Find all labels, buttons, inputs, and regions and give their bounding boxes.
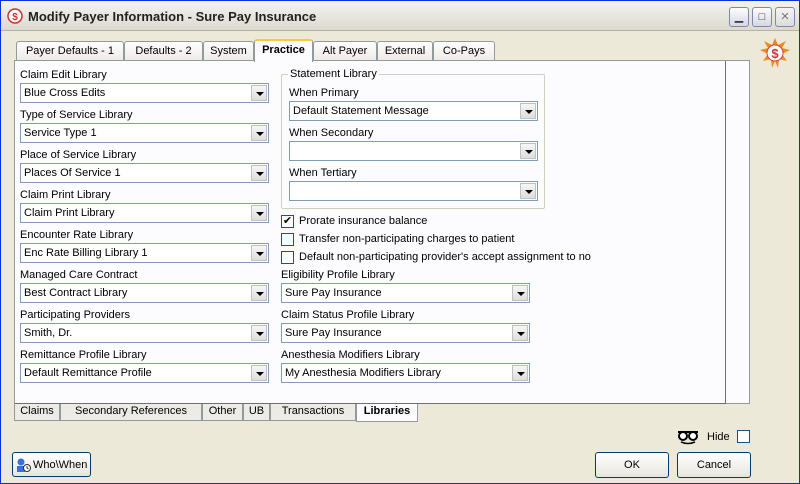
anesthesia-modifiers-library-select[interactable]: My Anesthesia Modifiers Library: [281, 363, 530, 383]
minimize-icon[interactable]: ▁: [729, 7, 749, 27]
dropdown-arrow-icon[interactable]: [251, 245, 267, 261]
prorate-balance-checkbox[interactable]: ✔: [281, 215, 294, 228]
encounter-rate-library-label: Encounter Rate Library: [20, 229, 134, 241]
eligibility-profile-library-label: Eligibility Profile Library: [281, 269, 395, 281]
claim-edit-library-label: Claim Edit Library: [20, 69, 107, 81]
tab-transactions[interactable]: Transactions: [270, 404, 356, 421]
dropdown-arrow-icon[interactable]: [251, 125, 267, 141]
claim-status-profile-library-label: Claim Status Profile Library: [281, 309, 415, 321]
claim-edit-library-select[interactable]: Blue Cross Edits: [20, 83, 269, 103]
hide-checkbox[interactable]: [737, 430, 750, 443]
glasses-icon: [678, 431, 698, 445]
window-title: Modify Payer Information - Sure Pay Insu…: [28, 9, 317, 24]
default-assignment-checkbox[interactable]: [281, 251, 294, 264]
dropdown-arrow-icon[interactable]: [251, 365, 267, 381]
when-tertiary-select[interactable]: [289, 181, 538, 201]
tab-co-pays[interactable]: Co-Pays: [433, 41, 495, 61]
claim-edit-library-value: Blue Cross Edits: [24, 87, 106, 99]
eligibility-profile-library-select[interactable]: Sure Pay Insurance: [281, 283, 530, 303]
claim-print-library-label: Claim Print Library: [20, 189, 111, 201]
managed-care-contract-value: Best Contract Library: [24, 287, 128, 299]
managed-care-contract-label: Managed Care Contract: [20, 269, 138, 281]
dropdown-arrow-icon[interactable]: [251, 325, 267, 341]
close-icon[interactable]: ✕: [775, 7, 795, 27]
tab-other[interactable]: Other: [202, 404, 243, 421]
tab-ub[interactable]: UB: [243, 404, 270, 421]
when-secondary-label: When Secondary: [289, 127, 374, 139]
claim-status-profile-library-select[interactable]: Sure Pay Insurance: [281, 323, 530, 343]
place-of-service-library-select[interactable]: Places Of Service 1: [20, 163, 269, 183]
default-assignment-label: Default non-participating provider's acc…: [299, 251, 591, 263]
when-primary-label: When Primary: [289, 87, 359, 99]
dropdown-arrow-icon[interactable]: [251, 205, 267, 221]
claim-print-library-select[interactable]: Claim Print Library: [20, 203, 269, 223]
dropdown-arrow-icon[interactable]: [520, 103, 536, 119]
participating-providers-value: Smith, Dr.: [24, 327, 73, 339]
tab-alt-payer[interactable]: Alt Payer: [313, 41, 377, 61]
transfer-charges-label: Transfer non-participating charges to pa…: [299, 233, 515, 245]
svg-text:$: $: [771, 46, 779, 61]
dropdown-arrow-icon[interactable]: [520, 183, 536, 199]
maximize-icon[interactable]: □: [752, 7, 772, 27]
statement-library-legend: Statement Library: [288, 68, 379, 80]
tab-payer-defaults-1[interactable]: Payer Defaults - 1: [16, 41, 124, 61]
participating-providers-select[interactable]: Smith, Dr.: [20, 323, 269, 343]
claim-status-profile-library-value: Sure Pay Insurance: [285, 327, 382, 339]
encounter-rate-library-select[interactable]: Enc Rate Billing Library 1: [20, 243, 269, 263]
when-secondary-select[interactable]: [289, 141, 538, 161]
tab-secondary-references[interactable]: Secondary References: [60, 404, 202, 421]
tab-system[interactable]: System: [203, 41, 254, 61]
remittance-profile-library-label: Remittance Profile Library: [20, 349, 147, 361]
svg-text:$: $: [12, 12, 18, 23]
dropdown-arrow-icon[interactable]: [520, 143, 536, 159]
type-of-service-library-value: Service Type 1: [24, 127, 97, 139]
libraries-page: Claim Edit Library Blue Cross Edits Type…: [15, 61, 726, 404]
who-when-label: Who\When: [33, 459, 88, 471]
participating-providers-label: Participating Providers: [20, 309, 131, 321]
title-bar[interactable]: $ Modify Payer Information - Sure Pay In…: [1, 1, 799, 31]
dropdown-arrow-icon[interactable]: [512, 365, 528, 381]
eligibility-profile-library-value: Sure Pay Insurance: [285, 287, 382, 299]
place-of-service-library-label: Place of Service Library: [20, 149, 137, 161]
remittance-profile-library-value: Default Remittance Profile: [24, 367, 152, 379]
modify-payer-window: $ Modify Payer Information - Sure Pay In…: [0, 0, 800, 484]
when-primary-select[interactable]: Default Statement Message: [289, 101, 538, 121]
cancel-button[interactable]: Cancel: [677, 452, 751, 478]
statement-library-group: Statement Library When Primary Default S…: [281, 68, 545, 209]
tab-defaults-2[interactable]: Defaults - 2: [124, 41, 203, 61]
when-tertiary-label: When Tertiary: [289, 167, 357, 179]
managed-care-contract-select[interactable]: Best Contract Library: [20, 283, 269, 303]
claim-print-library-value: Claim Print Library: [24, 207, 115, 219]
who-when-button[interactable]: Who\When: [12, 452, 91, 477]
app-icon: $: [7, 8, 23, 24]
tab-practice[interactable]: Practice: [254, 39, 313, 62]
type-of-service-library-label: Type of Service Library: [20, 109, 133, 121]
remittance-profile-library-select[interactable]: Default Remittance Profile: [20, 363, 269, 383]
anesthesia-modifiers-library-label: Anesthesia Modifiers Library: [281, 349, 420, 361]
ok-button[interactable]: OK: [595, 452, 669, 478]
dropdown-arrow-icon[interactable]: [251, 285, 267, 301]
practice-panel: Claim Edit Library Blue Cross Edits Type…: [14, 60, 750, 404]
hide-label: Hide: [707, 431, 730, 443]
prorate-balance-label: Prorate insurance balance: [299, 215, 428, 227]
tab-libraries[interactable]: Libraries: [356, 404, 418, 422]
dropdown-arrow-icon[interactable]: [251, 85, 267, 101]
place-of-service-library-value: Places Of Service 1: [24, 167, 121, 179]
type-of-service-library-select[interactable]: Service Type 1: [20, 123, 269, 143]
transfer-charges-checkbox[interactable]: [281, 233, 294, 246]
dropdown-arrow-icon[interactable]: [251, 165, 267, 181]
tab-claims[interactable]: Claims: [14, 404, 60, 421]
when-primary-value: Default Statement Message: [293, 105, 429, 117]
encounter-rate-library-value: Enc Rate Billing Library 1: [24, 247, 148, 259]
whowhen-icon: [17, 458, 31, 472]
dropdown-arrow-icon[interactable]: [512, 285, 528, 301]
tab-external[interactable]: External: [377, 41, 433, 61]
anesthesia-modifiers-library-value: My Anesthesia Modifiers Library: [285, 367, 441, 379]
dollar-logo-icon: $: [760, 38, 790, 68]
dropdown-arrow-icon[interactable]: [512, 325, 528, 341]
